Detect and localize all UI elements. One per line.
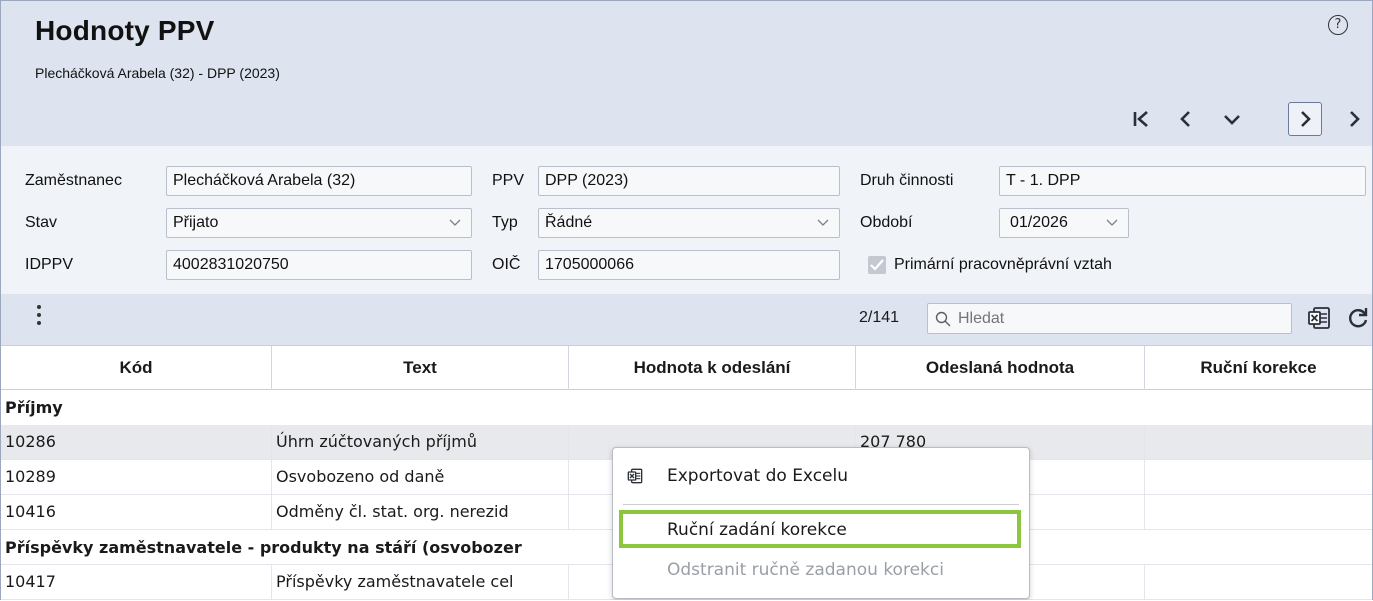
- page-subtitle: Plecháčková Arabela (32) - DPP (2023): [35, 65, 280, 81]
- page-title: Hodnoty PPV: [35, 15, 215, 46]
- employee-form: Zaměstnanec Plecháčková Arabela (32) PPV…: [1, 146, 1372, 294]
- manual-correction-label: Ruční zadání korekce: [667, 520, 847, 540]
- primarni-checkbox[interactable]: [868, 256, 886, 274]
- first-icon: [1133, 111, 1148, 127]
- primarni-label: Primární pracovněprávní vztah: [894, 256, 1112, 273]
- cell-korekce: [1145, 460, 1372, 494]
- obdobi-select[interactable]: 01/2026: [999, 208, 1129, 238]
- oic-field[interactable]: 1705000066: [538, 250, 840, 280]
- search-input[interactable]: [958, 308, 1278, 330]
- idppv-field[interactable]: 4002831020750: [166, 250, 472, 280]
- excel-icon: [627, 468, 643, 484]
- menu-separator: [623, 504, 1019, 505]
- table-header: Kód Text Hodnota k odeslání Odeslaná hod…: [1, 345, 1372, 390]
- column-rucni-korekce[interactable]: Ruční korekce: [1145, 346, 1372, 390]
- cell-kod: 10289: [1, 460, 272, 494]
- stav-value: Přijato: [173, 214, 219, 231]
- search-icon: [935, 311, 951, 327]
- druh-cinnosti-field[interactable]: T - 1. DPP: [999, 166, 1366, 196]
- cell-text: Úhrn zúčtovaných příjmů: [272, 425, 569, 459]
- more-options-icon[interactable]: [35, 305, 43, 329]
- record-list-button[interactable]: [1215, 102, 1249, 136]
- cell-kod: 10416: [1, 495, 272, 529]
- typ-value: Řádné: [545, 214, 593, 231]
- export-excel-menu-item[interactable]: Exportovat do Excelu: [613, 458, 1029, 494]
- header: Hodnoty PPV Plecháčková Arabela (32) - D…: [1, 1, 1372, 96]
- next-icon: [1301, 111, 1311, 127]
- excel-export-icon[interactable]: [1307, 306, 1331, 330]
- cell-korekce: [1145, 565, 1372, 599]
- zamestnanec-field[interactable]: Plecháčková Arabela (32): [166, 166, 472, 196]
- obdobi-value: 01/2026: [1010, 214, 1068, 231]
- help-icon[interactable]: ?: [1328, 15, 1348, 35]
- first-record-button[interactable]: [1125, 102, 1159, 136]
- context-menu: Exportovat do Excelu Ruční zadání korekc…: [612, 447, 1030, 599]
- stav-label: Stav: [25, 214, 58, 231]
- previous-record-button[interactable]: [1169, 102, 1203, 136]
- chevron-down-icon: [817, 219, 829, 226]
- column-hodnota-k-odeslani[interactable]: Hodnota k odeslání: [569, 346, 856, 390]
- search-box[interactable]: [927, 303, 1292, 334]
- remove-correction-label: Odstranit ručně zadanou korekci: [667, 560, 944, 580]
- group-header[interactable]: Příjmy: [1, 390, 1372, 425]
- next-record-button[interactable]: [1288, 102, 1322, 136]
- cell-kod: 10286: [1, 425, 272, 459]
- ppv-field[interactable]: DPP (2023): [538, 166, 840, 196]
- druh-cinnosti-label: Druh činnosti: [860, 172, 954, 189]
- typ-label: Typ: [492, 214, 518, 231]
- zamestnanec-label: Zaměstnanec: [25, 172, 122, 189]
- record-count: 2/141: [859, 309, 900, 326]
- export-excel-label: Exportovat do Excelu: [667, 466, 848, 486]
- last-record-button[interactable]: [1337, 102, 1371, 136]
- ppv-label: PPV: [492, 172, 525, 189]
- stav-select[interactable]: Přijato: [166, 208, 472, 238]
- table-toolbar: 2/141: [1, 294, 1372, 345]
- cell-kod: 10417: [1, 565, 272, 599]
- dropdown-icon: [1224, 115, 1240, 125]
- record-navigation: [1, 96, 1372, 146]
- obdobi-label: Období: [860, 214, 913, 231]
- chevron-down-icon: [449, 219, 461, 226]
- previous-icon: [1180, 111, 1190, 127]
- refresh-icon[interactable]: [1346, 306, 1370, 330]
- column-odeslana-hodnota[interactable]: Odeslaná hodnota: [856, 346, 1145, 390]
- checkmark-icon: [870, 259, 884, 271]
- column-kod[interactable]: Kód: [1, 346, 272, 390]
- manual-correction-menu-item[interactable]: Ruční zadání korekce: [613, 512, 1029, 548]
- oic-label: OIČ: [492, 256, 521, 273]
- cell-text: Odměny čl. stat. org. nerezid: [272, 495, 569, 529]
- chevron-down-icon: [1106, 219, 1118, 226]
- cell-korekce: [1145, 425, 1372, 459]
- remove-correction-menu-item: Odstranit ručně zadanou korekci: [613, 552, 1029, 588]
- typ-select[interactable]: Řádné: [538, 208, 840, 238]
- window: Hodnoty PPV Plecháčková Arabela (32) - D…: [0, 0, 1373, 600]
- cell-text: Příspěvky zaměstnavatele cel: [272, 565, 569, 599]
- cell-korekce: [1145, 495, 1372, 529]
- idppv-label: IDPPV: [25, 256, 74, 273]
- last-icon: [1350, 111, 1360, 127]
- column-text[interactable]: Text: [272, 346, 569, 390]
- cell-text: Osvobozeno od daně: [272, 460, 569, 494]
